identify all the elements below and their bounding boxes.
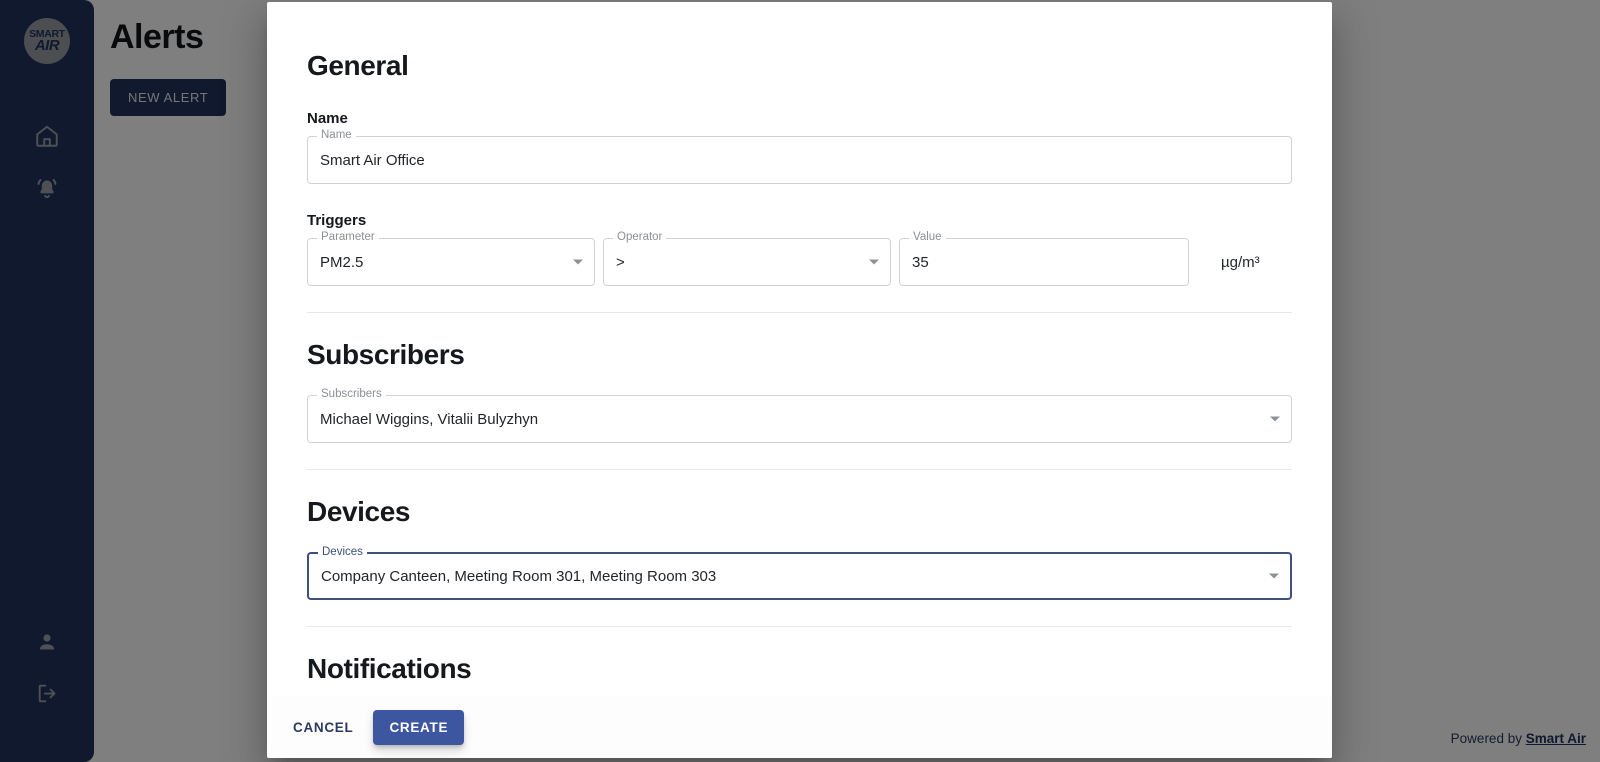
name-input-value: Smart Air Office	[320, 151, 425, 169]
alert-form-dialog: General Name Name Smart Air Office Trigg…	[267, 2, 1332, 758]
name-input[interactable]: Name Smart Air Office	[307, 129, 1292, 184]
parameter-select-value: PM2.5	[320, 253, 364, 271]
divider	[307, 312, 1292, 313]
subscribers-select-value: Michael Wiggins, Vitalii Bulyzhyn	[320, 410, 539, 428]
dialog-body: General Name Name Smart Air Office Trigg…	[267, 2, 1332, 696]
cancel-button[interactable]: CANCEL	[279, 711, 367, 744]
value-input[interactable]: Value 35	[899, 231, 1189, 286]
value-unit-label: µg/m³	[1221, 253, 1260, 271]
value-input-legend: Value	[909, 231, 946, 244]
group-label-triggers: Triggers	[307, 212, 367, 229]
parameter-select[interactable]: Parameter PM2.5	[307, 231, 595, 286]
app-root: SMART AIR	[0, 0, 1600, 762]
section-title-devices: Devices	[307, 496, 411, 527]
chevron-down-icon	[573, 259, 583, 265]
chevron-down-icon	[1269, 573, 1279, 579]
section-title-notifications: Notifications	[307, 653, 472, 684]
section-title-general: General	[307, 50, 409, 81]
divider	[307, 469, 1292, 470]
operator-select-value: >	[616, 253, 625, 271]
devices-select-value: Company Canteen, Meeting Room 301, Meeti…	[321, 567, 717, 585]
divider	[307, 626, 1292, 627]
devices-select[interactable]: Devices Company Canteen, Meeting Room 30…	[307, 546, 1292, 600]
section-title-subscribers: Subscribers	[307, 339, 465, 370]
create-button[interactable]: CREATE	[373, 709, 465, 745]
value-input-value: 35	[912, 253, 929, 271]
chevron-down-icon	[1270, 416, 1280, 422]
subscribers-select-legend: Subscribers	[317, 388, 386, 401]
group-label-name: Name	[307, 110, 348, 127]
chevron-down-icon	[869, 259, 879, 265]
name-input-legend: Name	[317, 129, 356, 142]
dialog-footer: CANCEL CREATE	[267, 696, 1332, 758]
operator-select-legend: Operator	[613, 231, 667, 244]
devices-select-legend: Devices	[318, 546, 367, 559]
parameter-select-legend: Parameter	[317, 231, 379, 244]
triggers-row: Parameter PM2.5 Operator > Value 35 µg/m…	[307, 231, 1292, 286]
subscribers-select[interactable]: Subscribers Michael Wiggins, Vitalii Bul…	[307, 388, 1292, 443]
operator-select[interactable]: Operator >	[603, 231, 891, 286]
